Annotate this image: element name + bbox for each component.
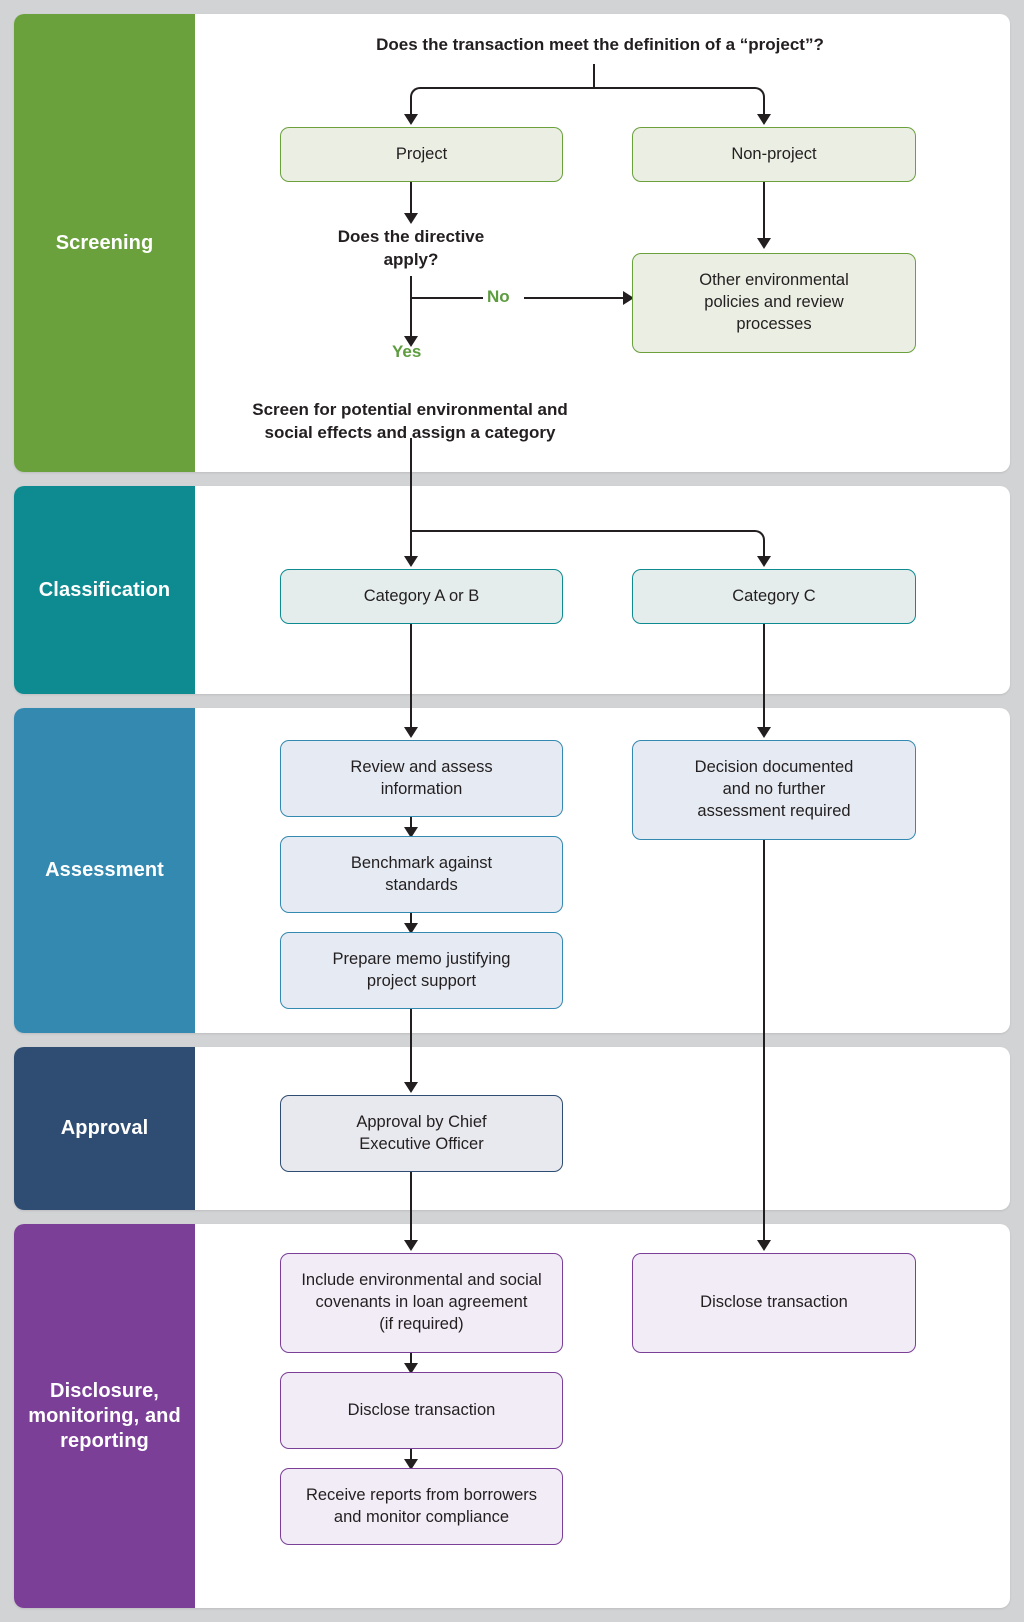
connector-no-branch-left: [410, 297, 483, 299]
node-prepare-memo[interactable]: Prepare memo justifying project support: [280, 932, 563, 1009]
node-include-covenants[interactable]: Include environmental and social covenan…: [280, 1253, 563, 1353]
connector-assessment-entry-right: [763, 694, 765, 730]
connector-category-ab-exit: [410, 624, 412, 704]
screening-title-question: Does the transaction meet the definition…: [376, 35, 824, 54]
stage-label-classification: Classification: [14, 486, 195, 694]
connector-split-right-corner: [593, 87, 765, 103]
label-yes: Yes: [392, 342, 422, 361]
arrowhead-to-approval-ceo: [404, 1082, 418, 1093]
stage-label-screening: Screening: [14, 14, 195, 472]
connector-no-branch-right: [524, 297, 625, 299]
node-decision-documented[interactable]: Decision documented and no further asses…: [632, 740, 916, 840]
stage-body-classification: Category A or B Category C: [195, 472, 1010, 704]
connector-assessment-entry-left: [410, 694, 412, 730]
stage-band-screening: Screening Does the transaction meet the …: [14, 14, 1010, 472]
flowchart-canvas: Screening Does the transaction meet the …: [0, 0, 1024, 1622]
node-receive-reports[interactable]: Receive reports from borrowers and monit…: [280, 1468, 563, 1545]
connector-screening-exit: [410, 438, 412, 472]
node-disclose-transaction-left[interactable]: Disclose transaction: [280, 1372, 563, 1449]
node-project[interactable]: Project: [280, 127, 563, 182]
connector-approval-passthrough-right: [763, 1033, 765, 1224]
arrowhead-nonproject-to-policies: [757, 238, 771, 249]
arrowhead-to-covenants: [404, 1240, 418, 1251]
node-other-environmental-policies[interactable]: Other environmental policies and review …: [632, 253, 916, 353]
stage-band-approval: Approval Approval by Chief Executive Off…: [14, 1033, 1010, 1224]
stage-body-approval: Approval by Chief Executive Officer: [195, 1033, 1010, 1224]
arrowhead-to-review-assess: [404, 727, 418, 738]
connector-directive-down: [410, 276, 412, 340]
arrowhead-to-decision-documented: [757, 727, 771, 738]
text-directive-question: Does the directive apply?: [337, 227, 485, 269]
node-benchmark-against-standards[interactable]: Benchmark against standards: [280, 836, 563, 913]
stage-band-classification: Classification Category A or B Category …: [14, 472, 1010, 704]
node-category-a-or-b[interactable]: Category A or B: [280, 569, 563, 624]
arrowhead-to-category-ab: [404, 556, 418, 567]
connector-classification-entry: [410, 472, 412, 533]
connector-disclosure-entry-left: [410, 1210, 412, 1242]
arrowhead-to-disclose-right: [757, 1240, 771, 1251]
connector-project-to-directive: [410, 182, 412, 215]
connector-disclosure-entry-right: [763, 1210, 765, 1242]
arrowhead-to-project: [404, 114, 418, 125]
stage-label-disclosure: Disclosure, monitoring, and reporting: [14, 1224, 195, 1608]
stage-band-assessment: Assessment Review and assess information…: [14, 694, 1010, 1047]
stage-label-approval: Approval: [14, 1047, 195, 1210]
node-disclose-transaction-right[interactable]: Disclose transaction: [632, 1253, 916, 1353]
arrowhead-to-category-c: [757, 556, 771, 567]
connector-category-c-exit: [763, 624, 765, 704]
stage-body-disclosure: Include environmental and social covenan…: [195, 1210, 1010, 1608]
node-review-and-assess-information[interactable]: Review and assess information: [280, 740, 563, 817]
connector-nonproject-to-policies: [763, 182, 765, 240]
node-approval-by-ceo[interactable]: Approval by Chief Executive Officer: [280, 1095, 563, 1172]
arrowhead-to-nonproject: [757, 114, 771, 125]
connector-title-stem: [593, 64, 595, 88]
stage-body-screening: Does the transaction meet the definition…: [195, 14, 1010, 472]
stage-label-assessment: Assessment: [14, 708, 195, 1033]
stage-band-disclosure: Disclosure, monitoring, and reporting In…: [14, 1210, 1010, 1608]
label-no: No: [487, 287, 510, 306]
connector-approval-entry: [410, 1033, 412, 1085]
connector-split-left-corner: [410, 87, 595, 103]
node-category-c[interactable]: Category C: [632, 569, 916, 624]
connector-decision-exit: [763, 840, 765, 1047]
arrowhead-project-to-directive: [404, 213, 418, 224]
connector-classification-branch: [410, 530, 765, 546]
stage-body-assessment: Review and assess information Benchmark …: [195, 694, 1010, 1047]
node-non-project[interactable]: Non-project: [632, 127, 916, 182]
